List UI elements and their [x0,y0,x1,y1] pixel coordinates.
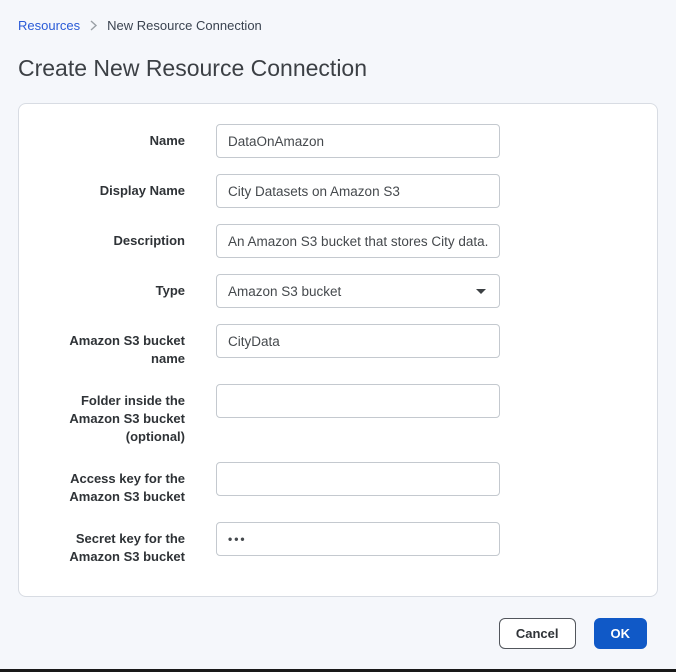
name-label: Name [39,124,185,150]
form-row-type: Type Amazon S3 bucket [39,274,637,308]
form-row-secret-key: Secret key for the Amazon S3 bucket [39,522,637,566]
form-card: Name Display Name Description Type Amazon S3… [18,103,658,597]
type-select[interactable]: Amazon S3 bucket [216,274,500,308]
form-row-access-key: Access key for the Amazon S3 bucket [39,462,637,506]
chevron-right-icon [89,20,98,31]
page-title: Create New Resource Connection [18,55,658,82]
form-row-bucket-name: Amazon S3 bucket name [39,324,637,368]
description-label: Description [39,224,185,250]
chevron-down-icon [476,289,486,294]
form-row-folder: Folder inside the Amazon S3 bucket (opti… [39,384,637,446]
folder-input[interactable] [216,384,500,418]
type-selected-value: Amazon S3 bucket [228,284,341,299]
display-name-input[interactable] [216,174,500,208]
name-input[interactable] [216,124,500,158]
bucket-name-input[interactable] [216,324,500,358]
secret-key-label: Secret key for the Amazon S3 bucket [39,522,185,566]
secret-key-input[interactable] [216,522,500,556]
access-key-label: Access key for the Amazon S3 bucket [39,462,185,506]
breadcrumb-current: New Resource Connection [107,18,262,33]
access-key-input[interactable] [216,462,500,496]
form-fields: Name Display Name Description Type Amazon S3… [39,124,637,566]
bucket-name-label: Amazon S3 bucket name [39,324,185,368]
form-actions: Cancel OK [18,618,658,649]
type-label: Type [39,274,185,300]
breadcrumb-link-resources[interactable]: Resources [18,18,80,33]
folder-label: Folder inside the Amazon S3 bucket (opti… [39,384,185,446]
form-row-name: Name [39,124,637,158]
form-row-display-name: Display Name [39,174,637,208]
description-input[interactable] [216,224,500,258]
page: Resources New Resource Connection Create… [0,0,676,649]
breadcrumb: Resources New Resource Connection [18,18,658,33]
ok-button[interactable]: OK [594,618,648,649]
display-name-label: Display Name [39,174,185,200]
form-row-description: Description [39,224,637,258]
cancel-button[interactable]: Cancel [499,618,576,649]
